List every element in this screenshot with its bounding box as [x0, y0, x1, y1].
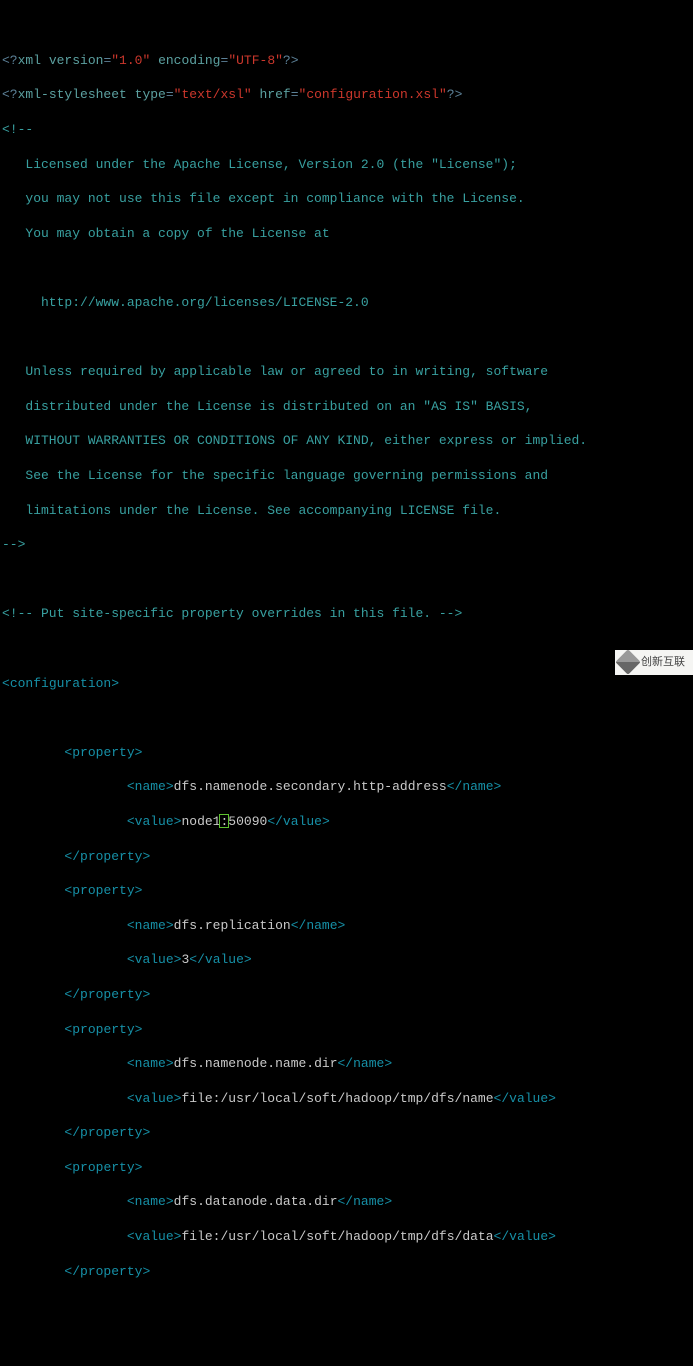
code-line: [2, 259, 691, 276]
code-line: <value>file:/usr/local/soft/hadoop/tmp/d…: [2, 1090, 691, 1107]
code-editor: <?xml version="1.0" encoding="UTF-8"?> <…: [0, 35, 693, 1366]
code-line: <value>file:/usr/local/soft/hadoop/tmp/d…: [2, 1228, 691, 1245]
prop-value: file:/usr/local/soft/hadoop/tmp/dfs/data: [181, 1229, 493, 1244]
code-line: <property>: [2, 744, 691, 761]
code-line: <name>dfs.namenode.secondary.http-addres…: [2, 778, 691, 795]
code-line: <value>node1:50090</value>: [2, 813, 691, 830]
code-line: [2, 1332, 691, 1349]
code-line: WITHOUT WARRANTIES OR CONDITIONS OF ANY …: [2, 432, 691, 449]
watermark-text: 创新互联: [641, 654, 685, 671]
comment-close: -->: [2, 537, 25, 552]
tag-property-open: property: [72, 745, 134, 760]
code-line: [2, 329, 691, 346]
code-line: <?xml-stylesheet type="text/xsl" href="c…: [2, 86, 691, 103]
code-line: <name>dfs.namenode.name.dir</name>: [2, 1055, 691, 1072]
code-line: distributed under the License is distrib…: [2, 398, 691, 415]
watermark-logo-icon: [615, 649, 640, 674]
code-line: -->: [2, 536, 691, 553]
code-line: <!-- Put site-specific property override…: [2, 605, 691, 622]
code-line: <property>: [2, 882, 691, 899]
tag-configuration-open: configuration: [10, 676, 111, 691]
code-line: <name>dfs.datanode.data.dir</name>: [2, 1193, 691, 1210]
code-line: [2, 1297, 691, 1314]
code-line: </property>: [2, 986, 691, 1003]
code-line: <name>dfs.replication</name>: [2, 917, 691, 934]
pi-xml: xml: [18, 53, 41, 68]
tag-property-close: property: [80, 849, 142, 864]
code-line: <!--: [2, 121, 691, 138]
code-line: Licensed under the Apache License, Versi…: [2, 156, 691, 173]
code-line: [2, 709, 691, 726]
code-line: </property>: [2, 848, 691, 865]
prop-name: dfs.datanode.data.dir: [174, 1194, 338, 1209]
pi-open: <?: [2, 53, 18, 68]
code-line: limitations under the License. See accom…: [2, 502, 691, 519]
prop-name: dfs.replication: [174, 918, 291, 933]
pi-close: ?>: [283, 53, 299, 68]
code-line: <property>: [2, 1159, 691, 1176]
code-line: [2, 640, 691, 657]
code-line: <configuration>: [2, 675, 691, 692]
code-line: See the License for the specific languag…: [2, 467, 691, 484]
code-line: You may obtain a copy of the License at: [2, 225, 691, 242]
code-line: http://www.apache.org/licenses/LICENSE-2…: [2, 294, 691, 311]
code-line: <property>: [2, 1021, 691, 1038]
comment-override: <!-- Put site-specific property override…: [2, 606, 462, 621]
code-line: </property>: [2, 1263, 691, 1280]
watermark: 创新互联: [615, 650, 693, 675]
prop-name: dfs.namenode.name.dir: [174, 1056, 338, 1071]
prop-name: dfs.namenode.secondary.http-address: [174, 779, 447, 794]
prop-value: 3: [181, 952, 189, 967]
prop-value: file:/usr/local/soft/hadoop/tmp/dfs/name: [181, 1091, 493, 1106]
code-line: [2, 571, 691, 588]
code-line: Unless required by applicable law or agr…: [2, 363, 691, 380]
comment-open: <!--: [2, 122, 33, 137]
code-line: you may not use this file except in comp…: [2, 190, 691, 207]
code-line: </property>: [2, 1124, 691, 1141]
code-line: <value>3</value>: [2, 951, 691, 968]
code-line: <?xml version="1.0" encoding="UTF-8"?>: [2, 52, 691, 69]
